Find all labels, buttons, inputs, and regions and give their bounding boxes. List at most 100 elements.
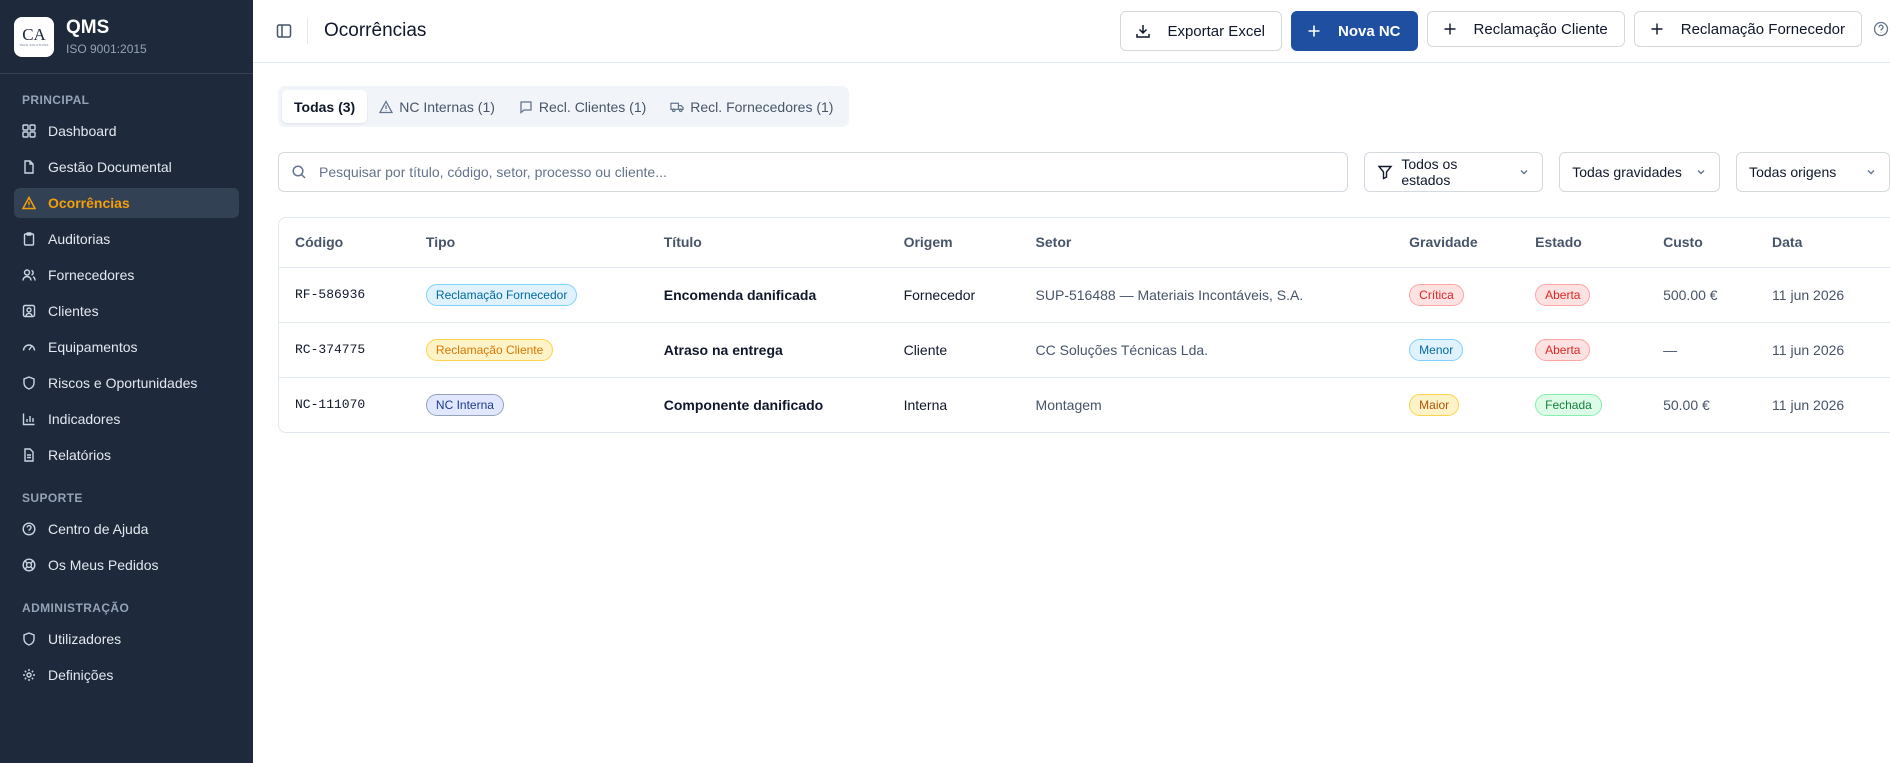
severity-badge: Crítica <box>1409 283 1464 306</box>
table-row[interactable]: NC-111070 NC Interna Componente danifica… <box>279 377 1890 432</box>
sidebar-item-users[interactable]: Utilizadores <box>14 624 239 654</box>
sidebar-item-label: Os Meus Pedidos <box>48 557 159 573</box>
cell-type: NC Interna <box>410 377 648 432</box>
cell-cost: — <box>1647 322 1757 378</box>
state-badge: Aberta <box>1535 283 1591 306</box>
sidebar-item-clients[interactable]: Clientes <box>14 296 239 326</box>
gear-icon <box>22 668 36 682</box>
logo-sub: TECH SOLUTIONS <box>19 43 49 47</box>
column-header-date[interactable]: Data <box>1756 218 1890 268</box>
header-actions: Exportar Excel Nova NC Reclamação Client… <box>1120 11 1890 51</box>
severity-filter-select[interactable]: Todas gravidades <box>1559 152 1721 192</box>
sidebar-item-label: Equipamentos <box>48 339 138 355</box>
column-header-origin[interactable]: Origem <box>887 218 1020 268</box>
column-header-sector[interactable]: Setor <box>1019 218 1394 268</box>
section-label-principal: PRINCIPAL <box>22 93 90 107</box>
sidebar: CA TECH SOLUTIONS QMS ISO 9001:2015 PRIN… <box>0 0 253 763</box>
sidebar-item-help-center[interactable]: Centro de Ajuda <box>14 514 239 544</box>
users-icon <box>22 268 36 282</box>
cell-title: Atraso na entrega <box>647 322 888 378</box>
cell-title: Componente danificado <box>663 396 824 413</box>
client-claim-label: Reclamação Cliente <box>1473 20 1608 38</box>
sidebar-item-document-management[interactable]: Gestão Documental <box>14 152 239 182</box>
column-header-title[interactable]: Título <box>647 218 888 268</box>
chevron-down-icon <box>1518 166 1530 178</box>
main-content: Ocorrências Exportar Excel Nova NC Recla… <box>253 0 1890 763</box>
export-excel-label: Exportar Excel <box>1167 22 1265 40</box>
search-input[interactable] <box>319 164 1336 180</box>
sidebar-item-settings[interactable]: Definições <box>14 660 239 690</box>
search-icon <box>291 164 307 180</box>
cell-title: Encomenda danificada <box>647 267 888 323</box>
shield-icon <box>22 632 36 646</box>
supplier-claim-button[interactable]: Reclamação Fornecedor <box>1633 11 1862 47</box>
page-title: Ocorrências <box>324 20 427 41</box>
tab-all[interactable]: Todas (3) <box>282 90 368 123</box>
state-filter-select[interactable]: Todos os estados <box>1364 152 1544 192</box>
origin-filter-select[interactable]: Todas origens <box>1736 152 1890 192</box>
sidebar-item-label: Ocorrências <box>48 195 130 211</box>
help-icon[interactable] <box>1872 20 1890 38</box>
sidebar-item-audits[interactable]: Auditorias <box>14 224 239 254</box>
severity-filter-value: Todas gravidades <box>1572 164 1682 180</box>
table-row[interactable]: RC-374775 Reclamação Cliente Atraso na e… <box>279 322 1890 378</box>
state-badge: Fechada <box>1535 393 1602 416</box>
export-excel-button[interactable]: Exportar Excel <box>1120 11 1282 51</box>
cell-state: Aberta <box>1519 267 1648 323</box>
report-icon <box>22 448 36 462</box>
content-area: Todas (3) NC Internas (1) Recl. Clientes… <box>253 63 1890 433</box>
type-badge: Reclamação Cliente <box>425 338 554 361</box>
sidebar-item-occurrences[interactable]: Ocorrências <box>14 188 239 218</box>
occurrences-table-wrap: Código Tipo Título Origem Setor Gravidad… <box>278 217 1890 433</box>
plus-icon <box>1649 21 1665 37</box>
app-title: QMS <box>66 17 110 38</box>
client-claim-button[interactable]: Reclamação Cliente <box>1426 11 1625 47</box>
sidebar-item-risks[interactable]: Riscos e Oportunidades <box>14 368 239 398</box>
column-header-state[interactable]: Estado <box>1519 218 1648 268</box>
truck-icon <box>670 100 684 114</box>
sidebar-item-label: Fornecedores <box>48 267 135 283</box>
cell-sector: Montagem <box>1035 396 1102 413</box>
warning-icon <box>379 99 394 114</box>
cell-date: 11 jun 2026 <box>1756 267 1890 323</box>
new-nc-button[interactable]: Nova NC <box>1291 11 1418 51</box>
sidebar-item-my-requests[interactable]: Os Meus Pedidos <box>14 550 239 580</box>
plus-icon <box>1442 21 1458 37</box>
tab-supplier-claims[interactable]: Recl. Fornecedores (1) <box>658 90 845 123</box>
severity-badge: Menor <box>1409 338 1464 361</box>
sidebar-item-suppliers[interactable]: Fornecedores <box>14 260 239 290</box>
tab-internal-nc[interactable]: NC Internas (1) <box>367 90 507 123</box>
shield-icon <box>22 376 36 390</box>
type-badge: NC Interna <box>425 393 504 416</box>
sidebar-item-label: Utilizadores <box>48 631 122 647</box>
sidebar-item-label: Gestão Documental <box>48 159 172 175</box>
column-header-cost[interactable]: Custo <box>1647 218 1757 268</box>
cell-severity: Menor <box>1393 322 1520 378</box>
contact-icon <box>22 304 36 318</box>
table-row[interactable]: RF-586936 Reclamação Fornecedor Encomend… <box>279 267 1890 323</box>
filters-row: Todos os estados Todas gravidades Todas … <box>278 152 1890 192</box>
sidebar-item-label: Dashboard <box>48 123 117 139</box>
column-header-type[interactable]: Tipo <box>409 218 648 268</box>
sidebar-item-dashboard[interactable]: Dashboard <box>14 116 239 146</box>
sidebar-item-indicators[interactable]: Indicadores <box>14 404 239 434</box>
cell-sector: CC Soluções Técnicas Lda. <box>1019 322 1394 378</box>
severity-badge: Maior <box>1409 393 1460 416</box>
sidebar-item-label: Relatórios <box>48 447 112 463</box>
tab-client-claims[interactable]: Recl. Clientes (1) <box>507 90 658 123</box>
column-header-severity[interactable]: Gravidade <box>1393 218 1520 268</box>
sidebar-item-label: Riscos e Oportunidades <box>48 375 198 391</box>
occurrence-tabs: Todas (3) NC Internas (1) Recl. Clientes… <box>278 86 850 127</box>
column-header-code[interactable]: Código <box>279 218 410 268</box>
section-label-support: SUPORTE <box>22 491 83 505</box>
search-box <box>278 152 1349 192</box>
sidebar-item-equipment[interactable]: Equipamentos <box>14 332 239 362</box>
cell-code: NC-111070 <box>295 397 366 413</box>
cell-type: Reclamação Fornecedor <box>409 267 648 323</box>
supplier-claim-label: Reclamação Fornecedor <box>1680 20 1845 38</box>
sidebar-item-label: Definições <box>48 667 114 683</box>
sidebar-toggle-icon[interactable] <box>275 22 293 40</box>
cell-origin: Cliente <box>887 322 1020 378</box>
table-header-row: Código Tipo Título Origem Setor Gravidad… <box>279 218 1890 268</box>
sidebar-item-reports[interactable]: Relatórios <box>14 440 239 470</box>
